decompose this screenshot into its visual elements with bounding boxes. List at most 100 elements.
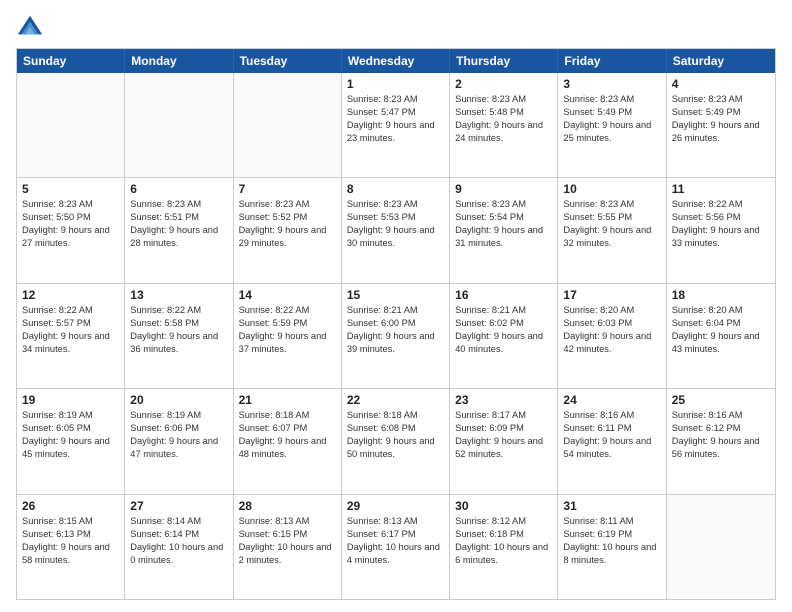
calendar-cell: 19 Sunrise: 8:19 AMSunset: 6:05 PMDayligh… [17,389,125,493]
cell-info: Sunrise: 8:15 AMSunset: 6:13 PMDaylight:… [22,515,119,567]
calendar-cell: 29 Sunrise: 8:13 AMSunset: 6:17 PMDayligh… [342,495,450,599]
calendar-cell: 3 Sunrise: 8:23 AMSunset: 5:49 PMDaylight… [558,73,666,177]
page-header [16,12,776,40]
cell-info: Sunrise: 8:14 AMSunset: 6:14 PMDaylight:… [130,515,227,567]
calendar-cell: 28 Sunrise: 8:13 AMSunset: 6:15 PMDayligh… [234,495,342,599]
cell-info: Sunrise: 8:17 AMSunset: 6:09 PMDaylight:… [455,409,552,461]
day-number: 6 [130,182,227,196]
calendar-header: SundayMondayTuesdayWednesdayThursdayFrid… [17,49,775,73]
day-number: 25 [672,393,770,407]
day-number: 19 [22,393,119,407]
cell-info: Sunrise: 8:11 AMSunset: 6:19 PMDaylight:… [563,515,660,567]
day-number: 20 [130,393,227,407]
cell-info: Sunrise: 8:16 AMSunset: 6:11 PMDaylight:… [563,409,660,461]
day-number: 16 [455,288,552,302]
cell-info: Sunrise: 8:23 AMSunset: 5:54 PMDaylight:… [455,198,552,250]
calendar-body: 1Sunrise: 8:23 AMSunset: 5:47 PMDaylight… [17,73,775,599]
weekday-header: Wednesday [342,49,450,73]
calendar-row: 1Sunrise: 8:23 AMSunset: 5:47 PMDaylight… [17,73,775,177]
cell-info: Sunrise: 8:22 AMSunset: 5:57 PMDaylight:… [22,304,119,356]
cell-info: Sunrise: 8:18 AMSunset: 6:08 PMDaylight:… [347,409,444,461]
calendar-row: 5 Sunrise: 8:23 AMSunset: 5:50 PMDaylight… [17,177,775,282]
day-number: 9 [455,182,552,196]
day-number: 15 [347,288,444,302]
cell-info: Sunrise: 8:20 AMSunset: 6:03 PMDaylight:… [563,304,660,356]
calendar-cell: 22Sunrise: 8:18 AMSunset: 6:08 PMDayligh… [342,389,450,493]
cell-info: Sunrise: 8:16 AMSunset: 6:12 PMDaylight:… [672,409,770,461]
day-number: 4 [672,77,770,91]
cell-info: Sunrise: 8:12 AMSunset: 6:18 PMDaylight:… [455,515,552,567]
day-number: 26 [22,499,119,513]
calendar-cell: 13 Sunrise: 8:22 AMSunset: 5:58 PMDayligh… [125,284,233,388]
day-number: 31 [563,499,660,513]
calendar-cell: 18 Sunrise: 8:20 AMSunset: 6:04 PMDayligh… [667,284,775,388]
calendar-cell: 21Sunrise: 8:18 AMSunset: 6:07 PMDayligh… [234,389,342,493]
day-number: 30 [455,499,552,513]
cell-info: Sunrise: 8:19 AMSunset: 6:05 PMDaylight:… [22,409,119,461]
cell-info: Sunrise: 8:23 AMSunset: 5:47 PMDaylight:… [347,93,444,145]
day-number: 24 [563,393,660,407]
day-number: 10 [563,182,660,196]
calendar-cell: 17 Sunrise: 8:20 AMSunset: 6:03 PMDayligh… [558,284,666,388]
weekday-header: Saturday [667,49,775,73]
calendar-cell: 16Sunrise: 8:21 AMSunset: 6:02 PMDayligh… [450,284,558,388]
cell-info: Sunrise: 8:13 AMSunset: 6:17 PMDaylight:… [347,515,444,567]
calendar-cell: 11 Sunrise: 8:22 AMSunset: 5:56 PMDayligh… [667,178,775,282]
cell-info: Sunrise: 8:23 AMSunset: 5:50 PMDaylight:… [22,198,119,250]
cell-info: Sunrise: 8:23 AMSunset: 5:51 PMDaylight:… [130,198,227,250]
calendar: SundayMondayTuesdayWednesdayThursdayFrid… [16,48,776,600]
weekday-header: Sunday [17,49,125,73]
logo [16,12,48,40]
cell-info: Sunrise: 8:22 AMSunset: 5:59 PMDaylight:… [239,304,336,356]
day-number: 12 [22,288,119,302]
calendar-row: 26 Sunrise: 8:15 AMSunset: 6:13 PMDayligh… [17,494,775,599]
cell-info: Sunrise: 8:23 AMSunset: 5:48 PMDaylight:… [455,93,552,145]
day-number: 18 [672,288,770,302]
calendar-cell: 27 Sunrise: 8:14 AMSunset: 6:14 PMDayligh… [125,495,233,599]
calendar-cell: 1Sunrise: 8:23 AMSunset: 5:47 PMDaylight… [342,73,450,177]
weekday-header: Thursday [450,49,558,73]
cell-info: Sunrise: 8:22 AMSunset: 5:56 PMDaylight:… [672,198,770,250]
calendar-cell: 5 Sunrise: 8:23 AMSunset: 5:50 PMDaylight… [17,178,125,282]
cell-info: Sunrise: 8:21 AMSunset: 6:00 PMDaylight:… [347,304,444,356]
day-number: 3 [563,77,660,91]
calendar-row: 19 Sunrise: 8:19 AMSunset: 6:05 PMDayligh… [17,388,775,493]
day-number: 17 [563,288,660,302]
day-number: 29 [347,499,444,513]
calendar-cell: 4 Sunrise: 8:23 AMSunset: 5:49 PMDaylight… [667,73,775,177]
logo-icon [16,12,44,40]
calendar-cell: 26 Sunrise: 8:15 AMSunset: 6:13 PMDayligh… [17,495,125,599]
day-number: 8 [347,182,444,196]
calendar-cell: 30 Sunrise: 8:12 AMSunset: 6:18 PMDayligh… [450,495,558,599]
cell-info: Sunrise: 8:13 AMSunset: 6:15 PMDaylight:… [239,515,336,567]
calendar-cell: 14Sunrise: 8:22 AMSunset: 5:59 PMDayligh… [234,284,342,388]
weekday-header: Monday [125,49,233,73]
cell-info: Sunrise: 8:23 AMSunset: 5:49 PMDaylight:… [563,93,660,145]
calendar-cell: 20Sunrise: 8:19 AMSunset: 6:06 PMDayligh… [125,389,233,493]
cell-info: Sunrise: 8:23 AMSunset: 5:52 PMDaylight:… [239,198,336,250]
calendar-row: 12 Sunrise: 8:22 AMSunset: 5:57 PMDayligh… [17,283,775,388]
day-number: 7 [239,182,336,196]
calendar-cell: 31 Sunrise: 8:11 AMSunset: 6:19 PMDayligh… [558,495,666,599]
cell-info: Sunrise: 8:23 AMSunset: 5:49 PMDaylight:… [672,93,770,145]
day-number: 13 [130,288,227,302]
cell-info: Sunrise: 8:20 AMSunset: 6:04 PMDaylight:… [672,304,770,356]
calendar-cell: 6 Sunrise: 8:23 AMSunset: 5:51 PMDaylight… [125,178,233,282]
calendar-cell [125,73,233,177]
day-number: 11 [672,182,770,196]
cell-info: Sunrise: 8:23 AMSunset: 5:53 PMDaylight:… [347,198,444,250]
calendar-cell: 10Sunrise: 8:23 AMSunset: 5:55 PMDayligh… [558,178,666,282]
day-number: 2 [455,77,552,91]
weekday-header: Friday [558,49,666,73]
day-number: 23 [455,393,552,407]
day-number: 27 [130,499,227,513]
day-number: 28 [239,499,336,513]
calendar-cell: 23 Sunrise: 8:17 AMSunset: 6:09 PMDayligh… [450,389,558,493]
cell-info: Sunrise: 8:22 AMSunset: 5:58 PMDaylight:… [130,304,227,356]
cell-info: Sunrise: 8:18 AMSunset: 6:07 PMDaylight:… [239,409,336,461]
calendar-cell: 15 Sunrise: 8:21 AMSunset: 6:00 PMDayligh… [342,284,450,388]
calendar-cell: 8 Sunrise: 8:23 AMSunset: 5:53 PMDaylight… [342,178,450,282]
calendar-cell: 7 Sunrise: 8:23 AMSunset: 5:52 PMDaylight… [234,178,342,282]
day-number: 5 [22,182,119,196]
calendar-page: SundayMondayTuesdayWednesdayThursdayFrid… [0,0,792,612]
